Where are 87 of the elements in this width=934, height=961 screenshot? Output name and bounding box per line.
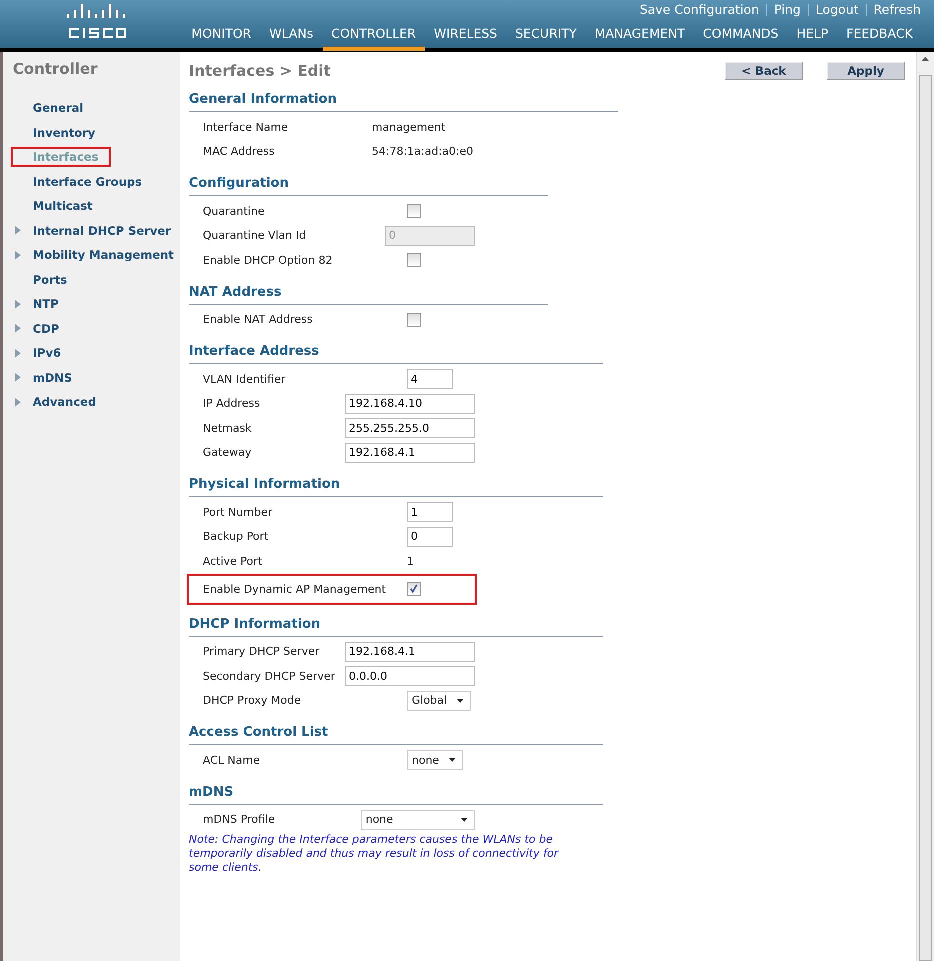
field-label: Gateway xyxy=(203,446,253,460)
sidebar-title: Controller xyxy=(13,60,99,78)
sidebar-item[interactable]: Interface Groups xyxy=(29,172,146,192)
sidebar-item[interactable]: Internal DHCP Server xyxy=(29,220,176,241)
sidebar-item[interactable]: NTP xyxy=(29,294,63,314)
nav-tab[interactable]: CONTROLLER xyxy=(322,23,426,51)
input-field[interactable]: 0.0.0.0 xyxy=(345,666,475,686)
expand-icon[interactable] xyxy=(15,324,21,334)
dropdown[interactable]: Global xyxy=(407,690,472,711)
input-field[interactable]: 192.168.4.1 xyxy=(345,642,475,662)
field-label: Netmask xyxy=(203,422,253,435)
sidebar-item[interactable]: Ports xyxy=(29,270,72,290)
section-title: Physical Information xyxy=(189,477,340,492)
field-label: Enable NAT Address xyxy=(203,313,314,326)
caret-icon xyxy=(449,758,456,762)
input-field[interactable]: 255.255.255.0 xyxy=(345,418,475,438)
sidebar-item[interactable]: CDP xyxy=(29,318,64,339)
expand-icon[interactable] xyxy=(15,300,21,309)
toolbar-button[interactable]: Apply xyxy=(827,62,905,80)
header-link[interactable]: Save Configuration xyxy=(634,2,764,17)
section-title: DHCP Information xyxy=(189,616,321,632)
field-label: Quarantine Vlan Id xyxy=(203,229,308,242)
input-field[interactable]: 4 xyxy=(407,369,453,390)
field-label: Enable DHCP Option 82 xyxy=(203,254,334,267)
sidebar-item[interactable]: mDNS xyxy=(29,368,76,388)
note-text: Note: Changing the Interface parameters causes the WLANs to be temporarily disabled and thus may result in loss of connectivity for some clients. xyxy=(189,833,560,875)
field-label: IP Address xyxy=(203,397,262,410)
caret-icon xyxy=(457,698,464,703)
dropdown[interactable]: none xyxy=(407,750,464,770)
field-value: management xyxy=(372,120,446,134)
input-field[interactable]: 192.168.4.10 xyxy=(345,394,475,414)
input-field[interactable]: 192.168.4.1 xyxy=(345,442,475,463)
field-label: Enable Dynamic AP Management xyxy=(203,582,388,596)
expand-icon[interactable] xyxy=(15,398,21,407)
nav-tab[interactable]: WIRELESS xyxy=(425,23,506,51)
nav-tab[interactable]: MANAGEMENT xyxy=(586,23,694,51)
scrollbar-thumb[interactable] xyxy=(919,74,932,961)
sidebar-item[interactable]: Mobility Management xyxy=(29,245,178,266)
field-value: 54:78:1a:ad:a0:e0 xyxy=(372,145,474,158)
field-value: 1 xyxy=(407,554,414,568)
expand-icon[interactable] xyxy=(15,373,21,382)
sidebar-item[interactable]: IPv6 xyxy=(29,343,66,364)
input-field[interactable]: 1 xyxy=(407,502,453,522)
field-label: Port Number xyxy=(203,506,274,519)
toolbar-button[interactable]: < Back xyxy=(725,62,803,80)
field-label: Interface Name xyxy=(203,120,290,134)
field-label: Quarantine xyxy=(203,204,266,218)
nav-tab[interactable]: SECURITY xyxy=(506,23,586,51)
header-link[interactable]: Logout xyxy=(810,2,864,17)
caret-icon xyxy=(461,818,468,822)
expand-icon[interactable] xyxy=(15,226,21,236)
nav-tab[interactable]: WLANs xyxy=(260,23,323,51)
section-title: NAT Address xyxy=(189,284,282,300)
sidebar-item[interactable]: General xyxy=(29,98,88,118)
checkbox[interactable] xyxy=(407,312,421,327)
field-label: Backup Port xyxy=(203,530,270,544)
section-title: Interface Address xyxy=(189,344,320,359)
section-title: Configuration xyxy=(189,176,289,191)
section-title: Access Control List xyxy=(189,725,328,740)
input-field[interactable]: 0 xyxy=(407,526,453,547)
field-label: Secondary DHCP Server xyxy=(203,670,336,683)
dropdown[interactable]: none xyxy=(360,810,475,830)
section-title: mDNS xyxy=(189,784,234,800)
nav-tab[interactable]: HELP xyxy=(788,23,838,51)
scroll-up-icon[interactable] xyxy=(922,57,929,61)
page-title: Interfaces > Edit xyxy=(189,62,331,80)
field-label: MAC Address xyxy=(203,145,276,158)
nav-tab[interactable]: MONITOR xyxy=(182,23,260,51)
field-label: mDNS Profile xyxy=(203,813,276,826)
nav-tab[interactable]: FEEDBACK xyxy=(838,23,922,51)
sidebar-item[interactable]: Inventory xyxy=(29,122,100,143)
header-link[interactable]: Ping xyxy=(769,2,806,17)
expand-icon[interactable] xyxy=(15,348,21,358)
sidebar-item[interactable]: Advanced xyxy=(29,392,100,412)
checkbox[interactable] xyxy=(407,253,421,268)
field-label: Primary DHCP Server xyxy=(203,645,321,658)
field-label: DHCP Proxy Mode xyxy=(203,694,302,708)
section-title: General Information xyxy=(189,92,337,107)
field-label: ACL Name xyxy=(203,754,262,767)
checkbox[interactable] xyxy=(407,582,421,596)
field-label: Active Port xyxy=(203,554,264,568)
field-label: VLAN Identifier xyxy=(203,372,287,386)
header-link[interactable]: Refresh xyxy=(868,2,926,17)
sidebar-item[interactable]: Multicast xyxy=(29,196,97,216)
expand-icon[interactable] xyxy=(15,250,21,260)
checkbox[interactable] xyxy=(407,204,421,218)
nav-tab[interactable]: COMMANDS xyxy=(694,23,788,51)
